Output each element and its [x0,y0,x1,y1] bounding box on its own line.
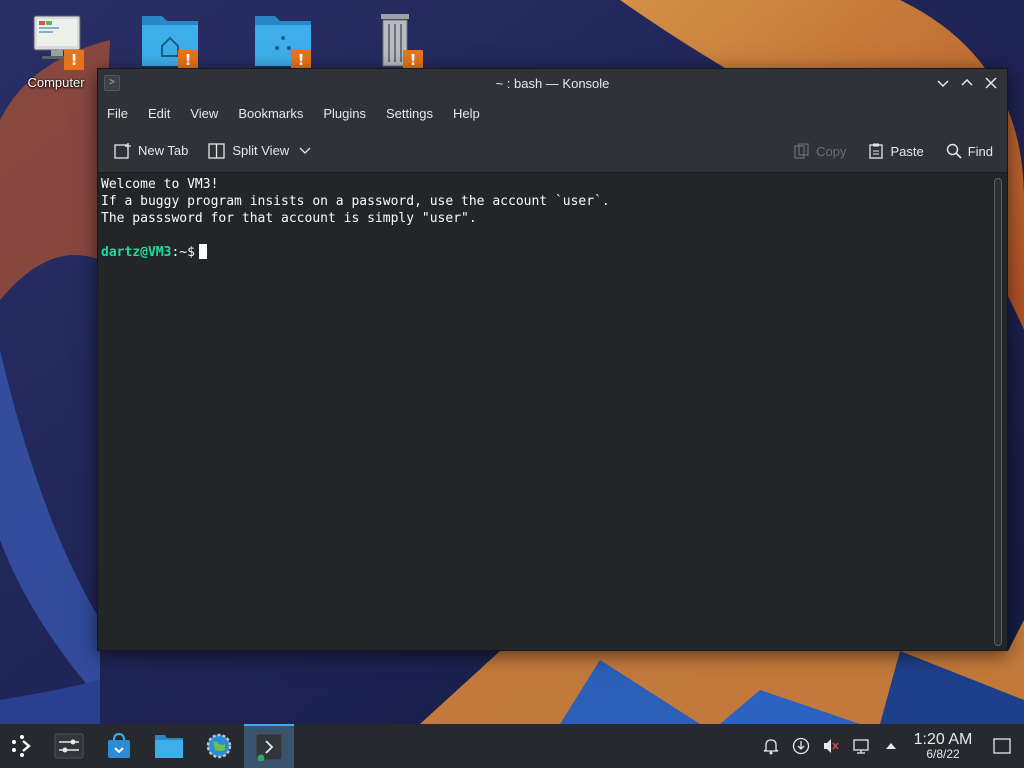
clock-date: 6/8/22 [926,746,960,761]
volume-muted-icon [824,739,839,753]
show-desktop-button[interactable] [980,724,1024,768]
menu-file[interactable]: File [107,106,138,121]
new-tab-button[interactable]: New Tab [114,142,189,159]
split-view-label: Split View [232,143,290,158]
tray-notifications[interactable] [756,724,786,768]
taskbar-settings-panel[interactable] [44,724,94,768]
copy-button[interactable]: Copy [794,143,846,159]
menu-help[interactable]: Help [453,106,490,121]
show-desktop-icon [993,738,1011,754]
chevron-down-icon [937,80,949,88]
close-icon [985,77,997,89]
menu-plugins[interactable]: Plugins [323,106,376,121]
window-titlebar[interactable]: > ~ : bash — Konsole [98,69,1007,97]
chevron-down-icon[interactable] [299,147,311,155]
copy-icon [794,143,809,159]
warning-badge-icon: ! [291,50,311,70]
application-launcher-icon [12,735,31,757]
menu-view[interactable]: View [190,106,228,121]
close-button[interactable] [981,73,1001,93]
home-folder-icon: ! [140,10,200,70]
new-tab-icon [114,142,131,159]
taskbar-discover[interactable] [94,724,144,768]
network-icon [853,739,869,754]
window-title: ~ : bash — Konsole [495,75,610,91]
prompt-path: :~$ [171,245,195,260]
konsole-app-icon[interactable]: > [104,75,120,91]
tray-network[interactable] [846,724,876,768]
discover-store-icon [108,732,130,758]
warning-badge-icon: ! [403,50,423,70]
tray-volume[interactable] [816,724,846,768]
taskbar-konsole[interactable] [244,724,294,768]
menu-bar: File Edit View Bookmarks Plugins Setting… [98,97,1007,129]
taskbar-file-manager[interactable] [144,724,194,768]
menu-settings[interactable]: Settings [386,106,443,121]
terminal-prompt-line: dartz@VM3:~$ [101,244,1007,261]
notifications-icon [763,739,779,755]
taskbar-web-browser[interactable] [194,724,244,768]
text-cursor [198,244,207,259]
find-button[interactable]: Find [946,143,993,159]
tray-updates[interactable] [786,724,816,768]
taskbar: 1:20 AM 6/8/22 [0,724,1024,768]
paste-icon [869,143,884,159]
updates-icon [792,737,810,755]
computer-icon: ! [26,10,86,70]
web-browser-icon [206,733,232,759]
split-view-icon [208,142,225,159]
desktop-icon-computer[interactable]: ! Computer [16,10,96,100]
terminal-scrollbar[interactable] [994,178,1002,646]
paste-label: Paste [890,143,924,159]
terminal-line: The passsword for that account is simply… [101,211,477,226]
menu-edit[interactable]: Edit [148,106,180,121]
terminal-line: If a buggy program insists on a password… [101,194,610,209]
network-folder-icon: ! [253,10,313,70]
digital-clock[interactable]: 1:20 AM 6/8/22 [906,730,980,761]
system-tray: 1:20 AM 6/8/22 [756,724,1024,768]
clock-time: 1:20 AM [913,730,973,748]
konsole-icon [255,733,283,761]
copy-label: Copy [816,143,847,159]
paste-button[interactable]: Paste [868,143,924,159]
konsole-window[interactable]: > ~ : bash — Konsole File Edit View Book… [97,68,1008,651]
file-manager-icon [155,735,183,758]
settings-panel-icon [54,733,84,759]
trash-icon: ! [365,10,425,70]
maximize-button[interactable] [957,73,977,93]
prompt-user-host: dartz@VM3 [101,245,172,260]
find-label: Find [967,143,993,159]
minimize-button[interactable] [933,73,953,93]
split-view-button[interactable]: Split View [208,142,317,159]
main-toolbar: New Tab Split View Copy Paste Find [98,129,1007,173]
application-launcher-button[interactable] [0,724,44,768]
terminal-line: Welcome to VM3! [101,177,219,192]
search-icon [946,143,962,159]
warning-badge-icon: ! [178,50,198,70]
desktop-icon-label: Computer [27,75,85,90]
menu-bookmarks[interactable]: Bookmarks [238,106,313,121]
warning-badge-icon: ! [64,50,84,70]
new-tab-label: New Tab [138,143,189,158]
chevron-up-icon [961,78,973,86]
terminal-output[interactable]: Welcome to VM3! If a buggy program insist… [98,173,1007,650]
tray-expand[interactable] [876,724,906,768]
expand-tray-icon [886,743,896,749]
